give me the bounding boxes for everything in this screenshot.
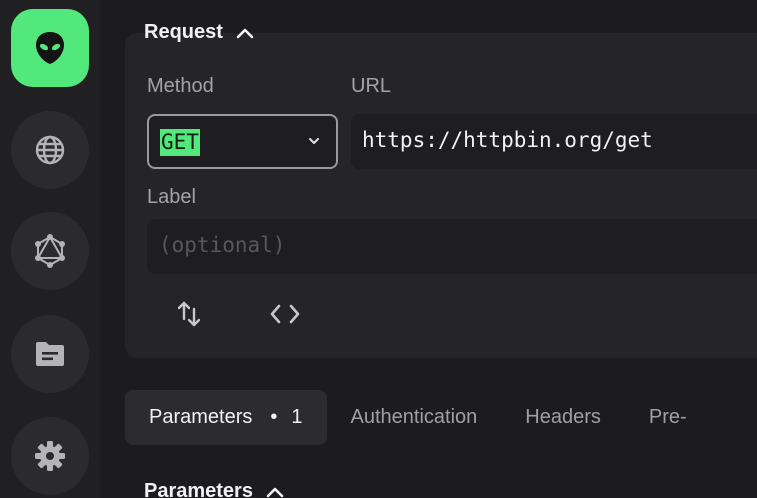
globe-icon [35, 135, 65, 165]
url-input[interactable]: https://httpbin.org/get [351, 114, 757, 169]
main-panel: Request Method URL GET https://httpbin.o… [101, 0, 757, 498]
tab-label: Pre- [648, 406, 687, 428]
tab-count-badge: 1 [291, 406, 303, 428]
chevron-up-icon[interactable] [265, 485, 285, 498]
tab-authentication[interactable]: Authentication [327, 390, 502, 445]
tab-dot: • [270, 406, 278, 428]
sidebar-item-graphql[interactable] [11, 212, 89, 290]
folder-icon [36, 342, 64, 366]
chevron-down-icon [309, 138, 319, 144]
sidebar-item-collections[interactable] [11, 315, 89, 393]
method-label: Method [147, 75, 214, 97]
tab-pre-request[interactable]: Pre- [625, 390, 711, 445]
method-select[interactable]: GET [147, 114, 338, 169]
code-icon [270, 304, 300, 324]
url-value: https://httpbin.org/get [362, 128, 653, 152]
request-tabs: Parameters • 1 Authentication Headers Pr… [125, 390, 711, 445]
method-value: GET [160, 129, 200, 156]
label-placeholder: (optional) [159, 233, 286, 257]
sort-button[interactable] [173, 298, 205, 330]
alien-logo-icon [36, 32, 64, 64]
parameters-section-title: Parameters [144, 480, 253, 498]
sidebar [0, 0, 101, 498]
home-logo-button[interactable] [11, 9, 89, 87]
graphql-icon [35, 234, 65, 268]
gear-icon [35, 441, 65, 471]
url-label: URL [351, 75, 392, 97]
chevron-up-icon[interactable] [235, 26, 255, 40]
tab-parameters[interactable]: Parameters • 1 [125, 390, 327, 445]
label-label: Label [147, 186, 196, 208]
tab-headers[interactable]: Headers [501, 390, 625, 445]
tab-label: Parameters [149, 406, 253, 428]
request-card [125, 33, 757, 358]
parameters-section-header[interactable]: Parameters [144, 480, 285, 498]
tab-label: Authentication [350, 406, 478, 428]
tab-label: Headers [525, 406, 601, 428]
request-section-title: Request [144, 21, 223, 43]
swap-vertical-icon [177, 301, 201, 327]
request-section-header[interactable]: Request [144, 21, 255, 44]
code-view-button[interactable] [268, 300, 302, 328]
app-window: Request Method URL GET https://httpbin.o… [0, 0, 757, 498]
sidebar-item-http[interactable] [11, 111, 89, 189]
label-input[interactable]: (optional) [147, 219, 757, 274]
sidebar-item-settings[interactable] [11, 417, 89, 495]
